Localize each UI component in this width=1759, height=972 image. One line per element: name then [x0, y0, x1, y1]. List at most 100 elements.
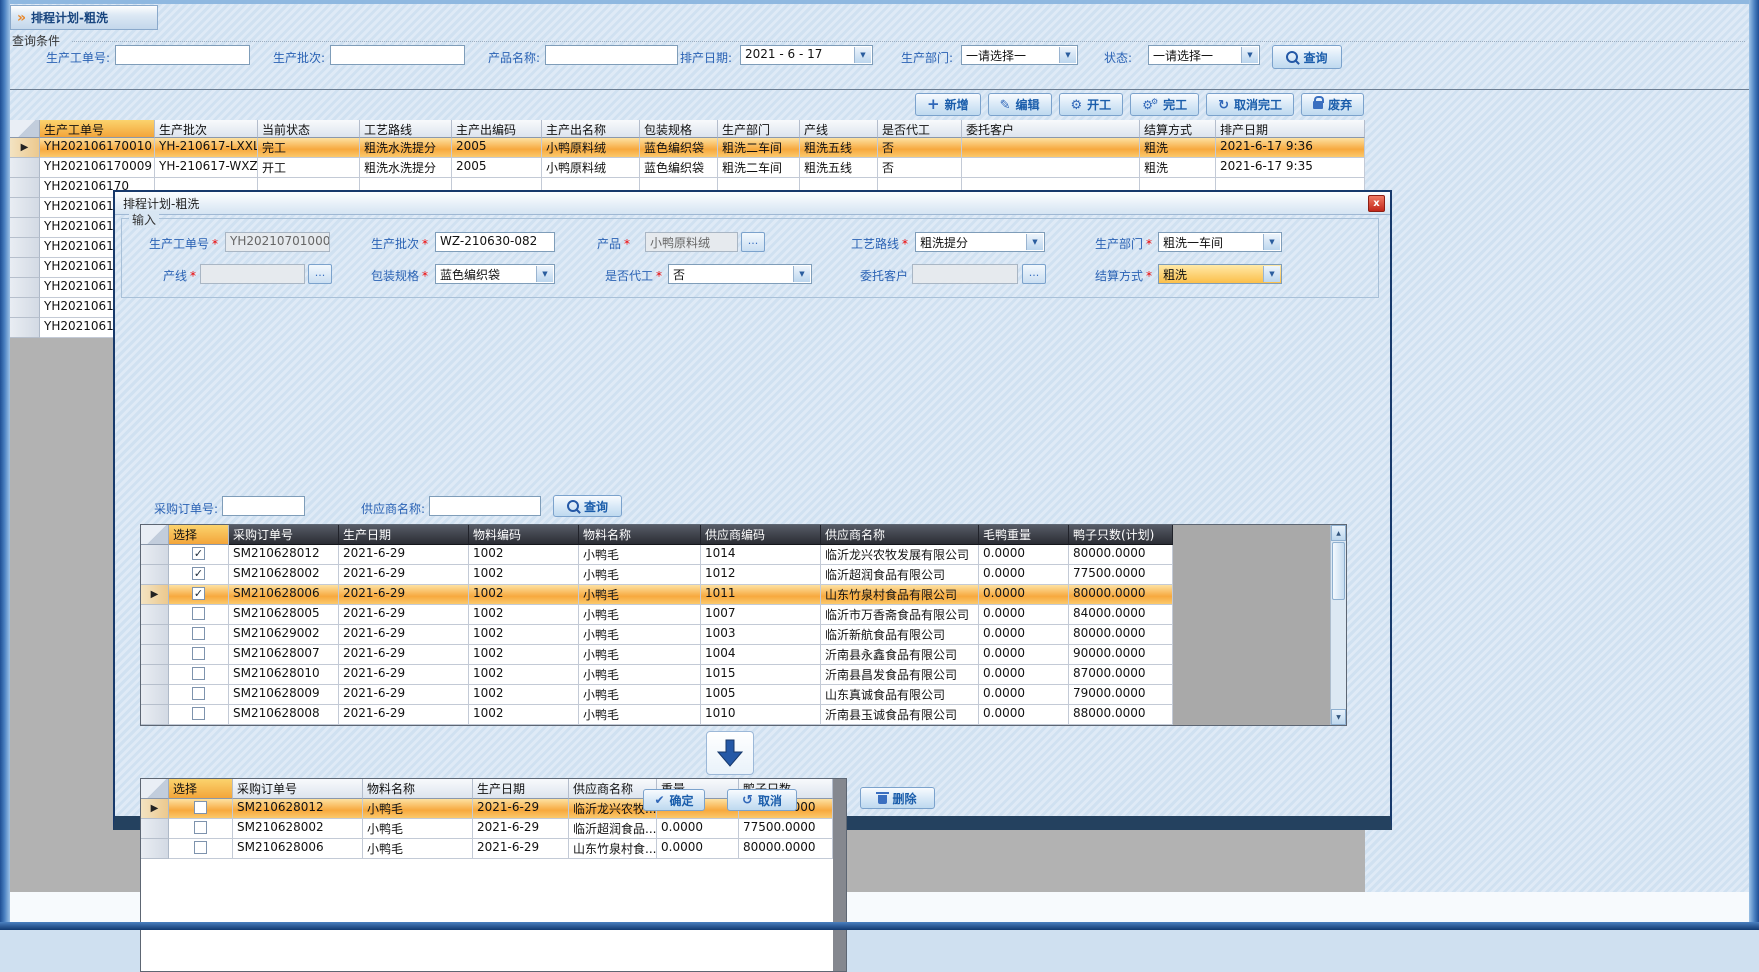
- column-header-生产工单号[interactable]: 生产工单号: [40, 120, 155, 138]
- row-header-cell[interactable]: [10, 278, 40, 298]
- table-row[interactable]: YH202106170009YH-210617-WXZ928开工粗洗水洗提分20…: [10, 158, 1365, 178]
- row-header-cell[interactable]: [141, 545, 169, 565]
- modal-field-dropdown[interactable]: 粗洗提分▼: [915, 232, 1045, 252]
- column-header-工艺路线[interactable]: 工艺路线: [360, 120, 452, 138]
- close-icon[interactable]: x: [1368, 195, 1385, 212]
- column-header-生产批次[interactable]: 生产批次: [155, 120, 258, 138]
- table-row[interactable]: SM2106280102021-6-291002小鸭毛1015沂南县昌发食品有限…: [141, 665, 1346, 685]
- row-header-cell[interactable]: [141, 565, 169, 585]
- row-header-cell[interactable]: [10, 258, 40, 278]
- checkbox[interactable]: ✓: [192, 547, 205, 560]
- table-row[interactable]: SM210628002小鸭毛2021-6-29临沂超润食品...0.000077…: [141, 819, 846, 839]
- row-header-cell[interactable]: ▶: [141, 585, 169, 605]
- row-header-cell[interactable]: [141, 665, 169, 685]
- column-header-选择[interactable]: 选择: [169, 779, 233, 799]
- column-header-排产日期[interactable]: 排产日期: [1216, 120, 1365, 138]
- toolbar-button-废弃[interactable]: 废弃: [1301, 93, 1364, 116]
- modal-titlebar[interactable]: 排程计划-粗洗: [115, 192, 1390, 215]
- column-header-主产出编码[interactable]: 主产出编码: [452, 120, 542, 138]
- checkbox[interactable]: ✓: [192, 587, 205, 600]
- column-header-生产日期[interactable]: 生产日期: [339, 525, 469, 545]
- tab-scheduling-plan[interactable]: » 排程计划-粗洗: [10, 5, 158, 30]
- column-header-毛鸭重量[interactable]: 毛鸭重量: [979, 525, 1069, 545]
- query-search-button[interactable]: 查询: [1272, 45, 1342, 69]
- checkbox[interactable]: [194, 801, 207, 814]
- row-header-cell[interactable]: ▶: [10, 138, 40, 158]
- grid-corner-cell[interactable]: [141, 525, 169, 545]
- column-header-委托客户[interactable]: 委托客户: [962, 120, 1140, 138]
- vertical-scrollbar[interactable]: ▲ ▼: [1330, 525, 1346, 725]
- lookup-button[interactable]: ...: [741, 232, 765, 252]
- query-field-dropdown[interactable]: 2021 - 6 - 17▼: [740, 45, 873, 65]
- column-header-结算方式[interactable]: 结算方式: [1140, 120, 1216, 138]
- modal-field-input[interactable]: WZ-210630-082: [435, 232, 555, 252]
- row-header-cell[interactable]: [141, 625, 169, 645]
- modal-field-dropdown[interactable]: 粗洗一车间▼: [1158, 232, 1282, 252]
- table-row[interactable]: ▶✓SM2106280062021-6-291002小鸭毛1011山东竹泉村食品…: [141, 585, 1346, 605]
- po-search-input[interactable]: [222, 496, 305, 516]
- scroll-up-icon[interactable]: ▲: [1331, 525, 1346, 541]
- column-header-当前状态[interactable]: 当前状态: [258, 120, 360, 138]
- column-header-鸭子只数(计划)[interactable]: 鸭子只数(计划): [1069, 525, 1173, 545]
- row-header-cell[interactable]: [141, 819, 169, 839]
- column-header-采购订单号[interactable]: 采购订单号: [233, 779, 363, 799]
- row-header-cell[interactable]: [10, 178, 40, 198]
- toolbar-button-编辑[interactable]: ✎编辑: [988, 93, 1052, 116]
- table-row[interactable]: SM2106280092021-6-291002小鸭毛1005山东真诚食品有限公…: [141, 685, 1346, 705]
- query-field-input[interactable]: [330, 45, 465, 65]
- table-row[interactable]: ✓SM2106280122021-6-291002小鸭毛1014临沂龙兴农牧发展…: [141, 545, 1346, 565]
- ok-button[interactable]: ✔ 确定: [643, 789, 705, 811]
- modal-field-dropdown[interactable]: 蓝色编织袋▼: [435, 264, 555, 284]
- row-header-cell[interactable]: [10, 238, 40, 258]
- checkbox[interactable]: [192, 627, 205, 640]
- row-header-cell[interactable]: [10, 158, 40, 178]
- column-header-物料编码[interactable]: 物料编码: [469, 525, 579, 545]
- table-row[interactable]: SM210628006小鸭毛2021-6-29山东竹泉村食...0.000080…: [141, 839, 846, 859]
- column-header-主产出名称[interactable]: 主产出名称: [542, 120, 640, 138]
- grid-corner-cell[interactable]: [141, 779, 169, 799]
- row-header-cell[interactable]: [10, 318, 40, 338]
- column-header-生产部门[interactable]: 生产部门: [718, 120, 800, 138]
- chevron-down-icon[interactable]: ▼: [1263, 266, 1280, 282]
- grid-corner-cell[interactable]: [10, 120, 40, 138]
- toolbar-button-完工[interactable]: ⚙⚙完工: [1130, 93, 1199, 116]
- chevron-down-icon[interactable]: ▼: [1241, 47, 1258, 63]
- checkbox[interactable]: ✓: [192, 567, 205, 580]
- checkbox[interactable]: [194, 841, 207, 854]
- chevron-down-icon[interactable]: ▼: [536, 266, 553, 282]
- checkbox[interactable]: [192, 667, 205, 680]
- column-header-供应商名称[interactable]: 供应商名称: [821, 525, 979, 545]
- row-header-cell[interactable]: [10, 198, 40, 218]
- column-header-产线[interactable]: 产线: [800, 120, 878, 138]
- column-header-供应商编码[interactable]: 供应商编码: [701, 525, 821, 545]
- checkbox[interactable]: [194, 821, 207, 834]
- modal-field-dropdown[interactable]: 粗洗▼: [1158, 264, 1282, 284]
- checkbox[interactable]: [192, 687, 205, 700]
- row-header-cell[interactable]: [10, 298, 40, 318]
- scroll-down-icon[interactable]: ▼: [1331, 709, 1346, 725]
- table-row[interactable]: SM2106280072021-6-291002小鸭毛1004沂南县永鑫食品有限…: [141, 645, 1346, 665]
- row-header-cell[interactable]: ▶: [141, 799, 169, 819]
- row-header-cell[interactable]: [141, 605, 169, 625]
- column-header-物料名称[interactable]: 物料名称: [363, 779, 473, 799]
- cancel-button[interactable]: ↺ 取消: [727, 789, 797, 811]
- row-header-cell[interactable]: [141, 685, 169, 705]
- row-header-cell[interactable]: [10, 218, 40, 238]
- delete-button[interactable]: 删除: [860, 787, 935, 809]
- column-header-选择[interactable]: 选择: [169, 525, 229, 545]
- scrollbar-thumb[interactable]: [1332, 542, 1345, 600]
- supplier-search-input[interactable]: [429, 496, 541, 516]
- query-field-dropdown[interactable]: 一请选择一▼: [961, 45, 1078, 65]
- checkbox[interactable]: [192, 607, 205, 620]
- toolbar-button-开工[interactable]: ⚙开工: [1059, 93, 1124, 116]
- row-header-cell[interactable]: [141, 705, 169, 725]
- chevron-down-icon[interactable]: ▼: [1059, 47, 1076, 63]
- table-row[interactable]: ✓SM2106280022021-6-291002小鸭毛1012临沂超润食品有限…: [141, 565, 1346, 585]
- table-row[interactable]: ▶YH202106170010YH-210617-LXXL931完工粗洗水洗提分…: [10, 138, 1365, 158]
- lookup-button[interactable]: ...: [308, 264, 332, 284]
- modal-search-button[interactable]: 查询: [553, 495, 622, 517]
- column-header-物料名称[interactable]: 物料名称: [579, 525, 701, 545]
- move-down-button[interactable]: [706, 731, 754, 775]
- row-header-cell[interactable]: [141, 645, 169, 665]
- table-row[interactable]: SM2106290022021-6-291002小鸭毛1003临沂新航食品有限公…: [141, 625, 1346, 645]
